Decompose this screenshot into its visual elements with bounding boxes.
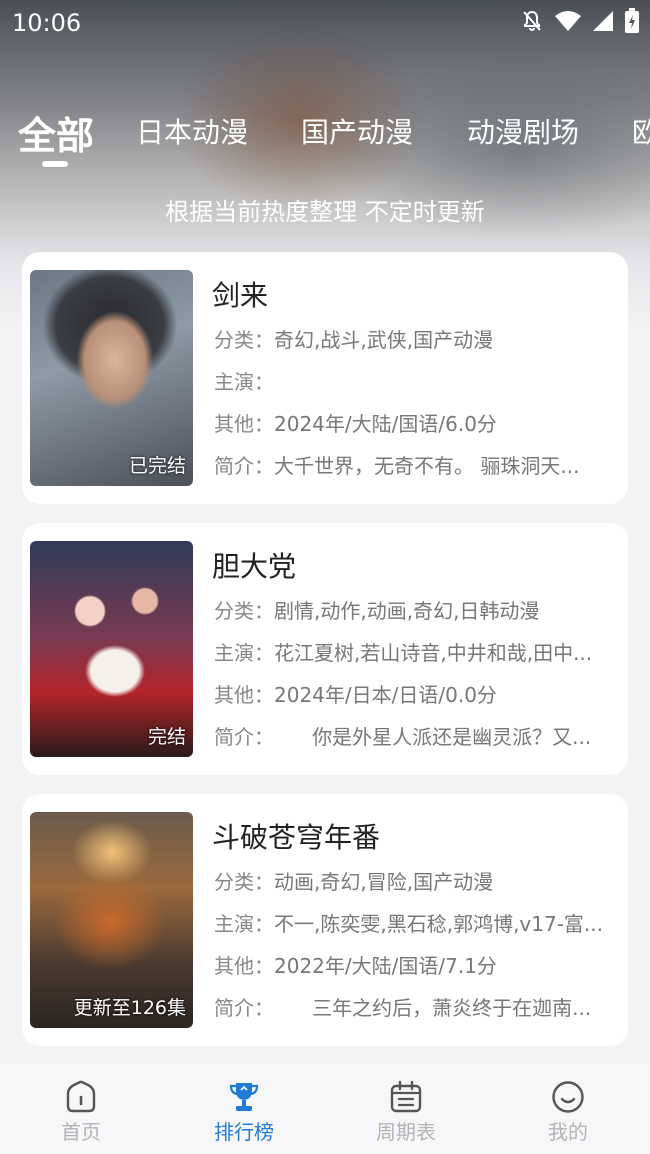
tab-all[interactable]: 全部 bbox=[18, 105, 94, 160]
card-category: 分类：动画,奇幻,冒险,国产动漫 bbox=[214, 870, 494, 894]
poster-image[interactable]: 更新至126集 bbox=[30, 812, 193, 1028]
card-intro: 简介：大千世界，无奇不有。 骊珠洞天... bbox=[214, 454, 580, 478]
card-intro: 简介： 你是外星人派还是幽灵派？又... bbox=[214, 725, 592, 749]
wifi-icon bbox=[554, 10, 582, 38]
ranking-card[interactable]: 完结 胆大党 分类：剧情,动作,动画,奇幻,日韩动漫 主演：花江夏树,若山诗音,… bbox=[22, 523, 628, 775]
home-icon bbox=[66, 1080, 96, 1113]
calendar-icon bbox=[390, 1080, 422, 1113]
category-tabs: 全部 日本动漫 国产动漫 动漫剧场 欧 bbox=[0, 105, 650, 175]
tab-domestic-anime[interactable]: 国产动漫 bbox=[301, 111, 413, 151]
nav-ranking[interactable]: 排行榜 bbox=[189, 1076, 299, 1145]
nav-profile-label: 我的 bbox=[548, 1120, 588, 1144]
card-cast: 主演：不一,陈奕雯,黑石稔,郭鸿博,v17-富... bbox=[214, 912, 604, 936]
battery-icon bbox=[624, 8, 640, 40]
poster-badge: 完结 bbox=[147, 726, 186, 748]
nav-home[interactable]: 首页 bbox=[26, 1076, 136, 1145]
ranking-subtitle: 根据当前热度整理 不定时更新 bbox=[165, 198, 485, 226]
tab-anime-theater[interactable]: 动漫剧场 bbox=[467, 111, 579, 151]
mute-bell-icon bbox=[520, 9, 544, 39]
card-cast: 主演：花江夏树,若山诗音,中井和哉,田中... bbox=[214, 641, 593, 665]
card-other: 其他：2024年/日本/日语/0.0分 bbox=[214, 683, 497, 707]
tab-indicator bbox=[42, 161, 68, 167]
status-time: 10:06 bbox=[12, 9, 82, 37]
tab-japanese-anime[interactable]: 日本动漫 bbox=[136, 111, 248, 151]
nav-schedule-label: 周期表 bbox=[376, 1120, 436, 1144]
nav-home-label: 首页 bbox=[61, 1120, 101, 1144]
nav-profile[interactable]: 我的 bbox=[513, 1076, 623, 1145]
ranking-card[interactable]: 已完结 剑来 分类：奇幻,战斗,武侠,国产动漫 主演： 其他：2024年/大陆/… bbox=[22, 252, 628, 504]
card-other: 其他：2024年/大陆/国语/6.0分 bbox=[214, 412, 497, 436]
card-category: 分类：奇幻,战斗,武侠,国产动漫 bbox=[214, 328, 494, 352]
poster-badge: 已完结 bbox=[128, 455, 186, 477]
smile-icon bbox=[552, 1081, 584, 1113]
status-bar: 10:06 bbox=[0, 0, 650, 44]
card-category: 分类：剧情,动作,动画,奇幻,日韩动漫 bbox=[214, 599, 540, 623]
card-cast: 主演： bbox=[214, 370, 274, 394]
tab-european[interactable]: 欧 bbox=[632, 111, 650, 151]
card-intro: 简介： 三年之约后，萧炎终于在迦南... bbox=[214, 996, 592, 1020]
bottom-nav: 首页 排行榜 周期表 我的 bbox=[0, 1064, 650, 1154]
nav-schedule[interactable]: 周期表 bbox=[351, 1076, 461, 1145]
card-title: 斗破苍穹年番 bbox=[212, 821, 381, 854]
nav-ranking-label: 排行榜 bbox=[214, 1120, 274, 1144]
status-icons bbox=[520, 8, 640, 40]
card-other: 其他：2022年/大陆/国语/7.1分 bbox=[214, 954, 497, 978]
ranking-card[interactable]: 更新至126集 斗破苍穹年番 分类：动画,奇幻,冒险,国产动漫 主演：不一,陈奕… bbox=[22, 794, 628, 1046]
trophy-icon bbox=[229, 1083, 259, 1111]
signal-icon bbox=[592, 10, 614, 38]
poster-badge: 更新至126集 bbox=[73, 997, 186, 1019]
poster-image[interactable]: 完结 bbox=[30, 541, 193, 757]
poster-image[interactable]: 已完结 bbox=[30, 270, 193, 486]
card-title: 剑来 bbox=[212, 279, 269, 312]
card-title: 胆大党 bbox=[212, 550, 297, 583]
